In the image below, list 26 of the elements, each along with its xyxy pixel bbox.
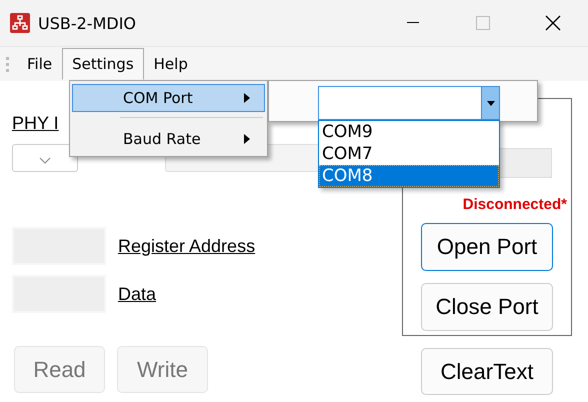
menu-item[interactable]: COM Port [72,84,265,112]
maximize-icon [476,16,490,30]
field-label: Register Address [118,236,256,256]
close-icon [545,15,561,31]
com-port-dropdown[interactable] [318,86,500,120]
list-item[interactable]: COM8 [319,165,499,187]
close-port-button[interactable]: Close Port [421,283,553,331]
list-item[interactable]: COM7 [319,143,499,165]
list-item[interactable]: COM9 [319,121,499,143]
clear-text-button[interactable]: ClearText [421,348,553,395]
menu-item[interactable]: Baud Rate [72,125,265,153]
menu-item[interactable]: Settings [62,48,144,80]
field-label: PHY I [12,113,60,135]
menu-item[interactable]: Help [144,48,198,80]
submenu-arrow-icon [244,134,250,144]
grip-icon [6,56,9,72]
chevron-down-icon [39,157,51,165]
window-title: USB-2-MDIO [38,14,136,32]
open-port-button[interactable]: Open Port [421,223,553,271]
minimize-icon [407,22,419,24]
submenu-arrow-icon [244,93,250,103]
dropdown-arrow-icon [486,100,494,106]
network-icon [10,13,30,33]
field-label: Data [118,284,156,304]
status-text: Disconnected* [462,196,567,213]
menu-item[interactable]: File [17,48,62,80]
